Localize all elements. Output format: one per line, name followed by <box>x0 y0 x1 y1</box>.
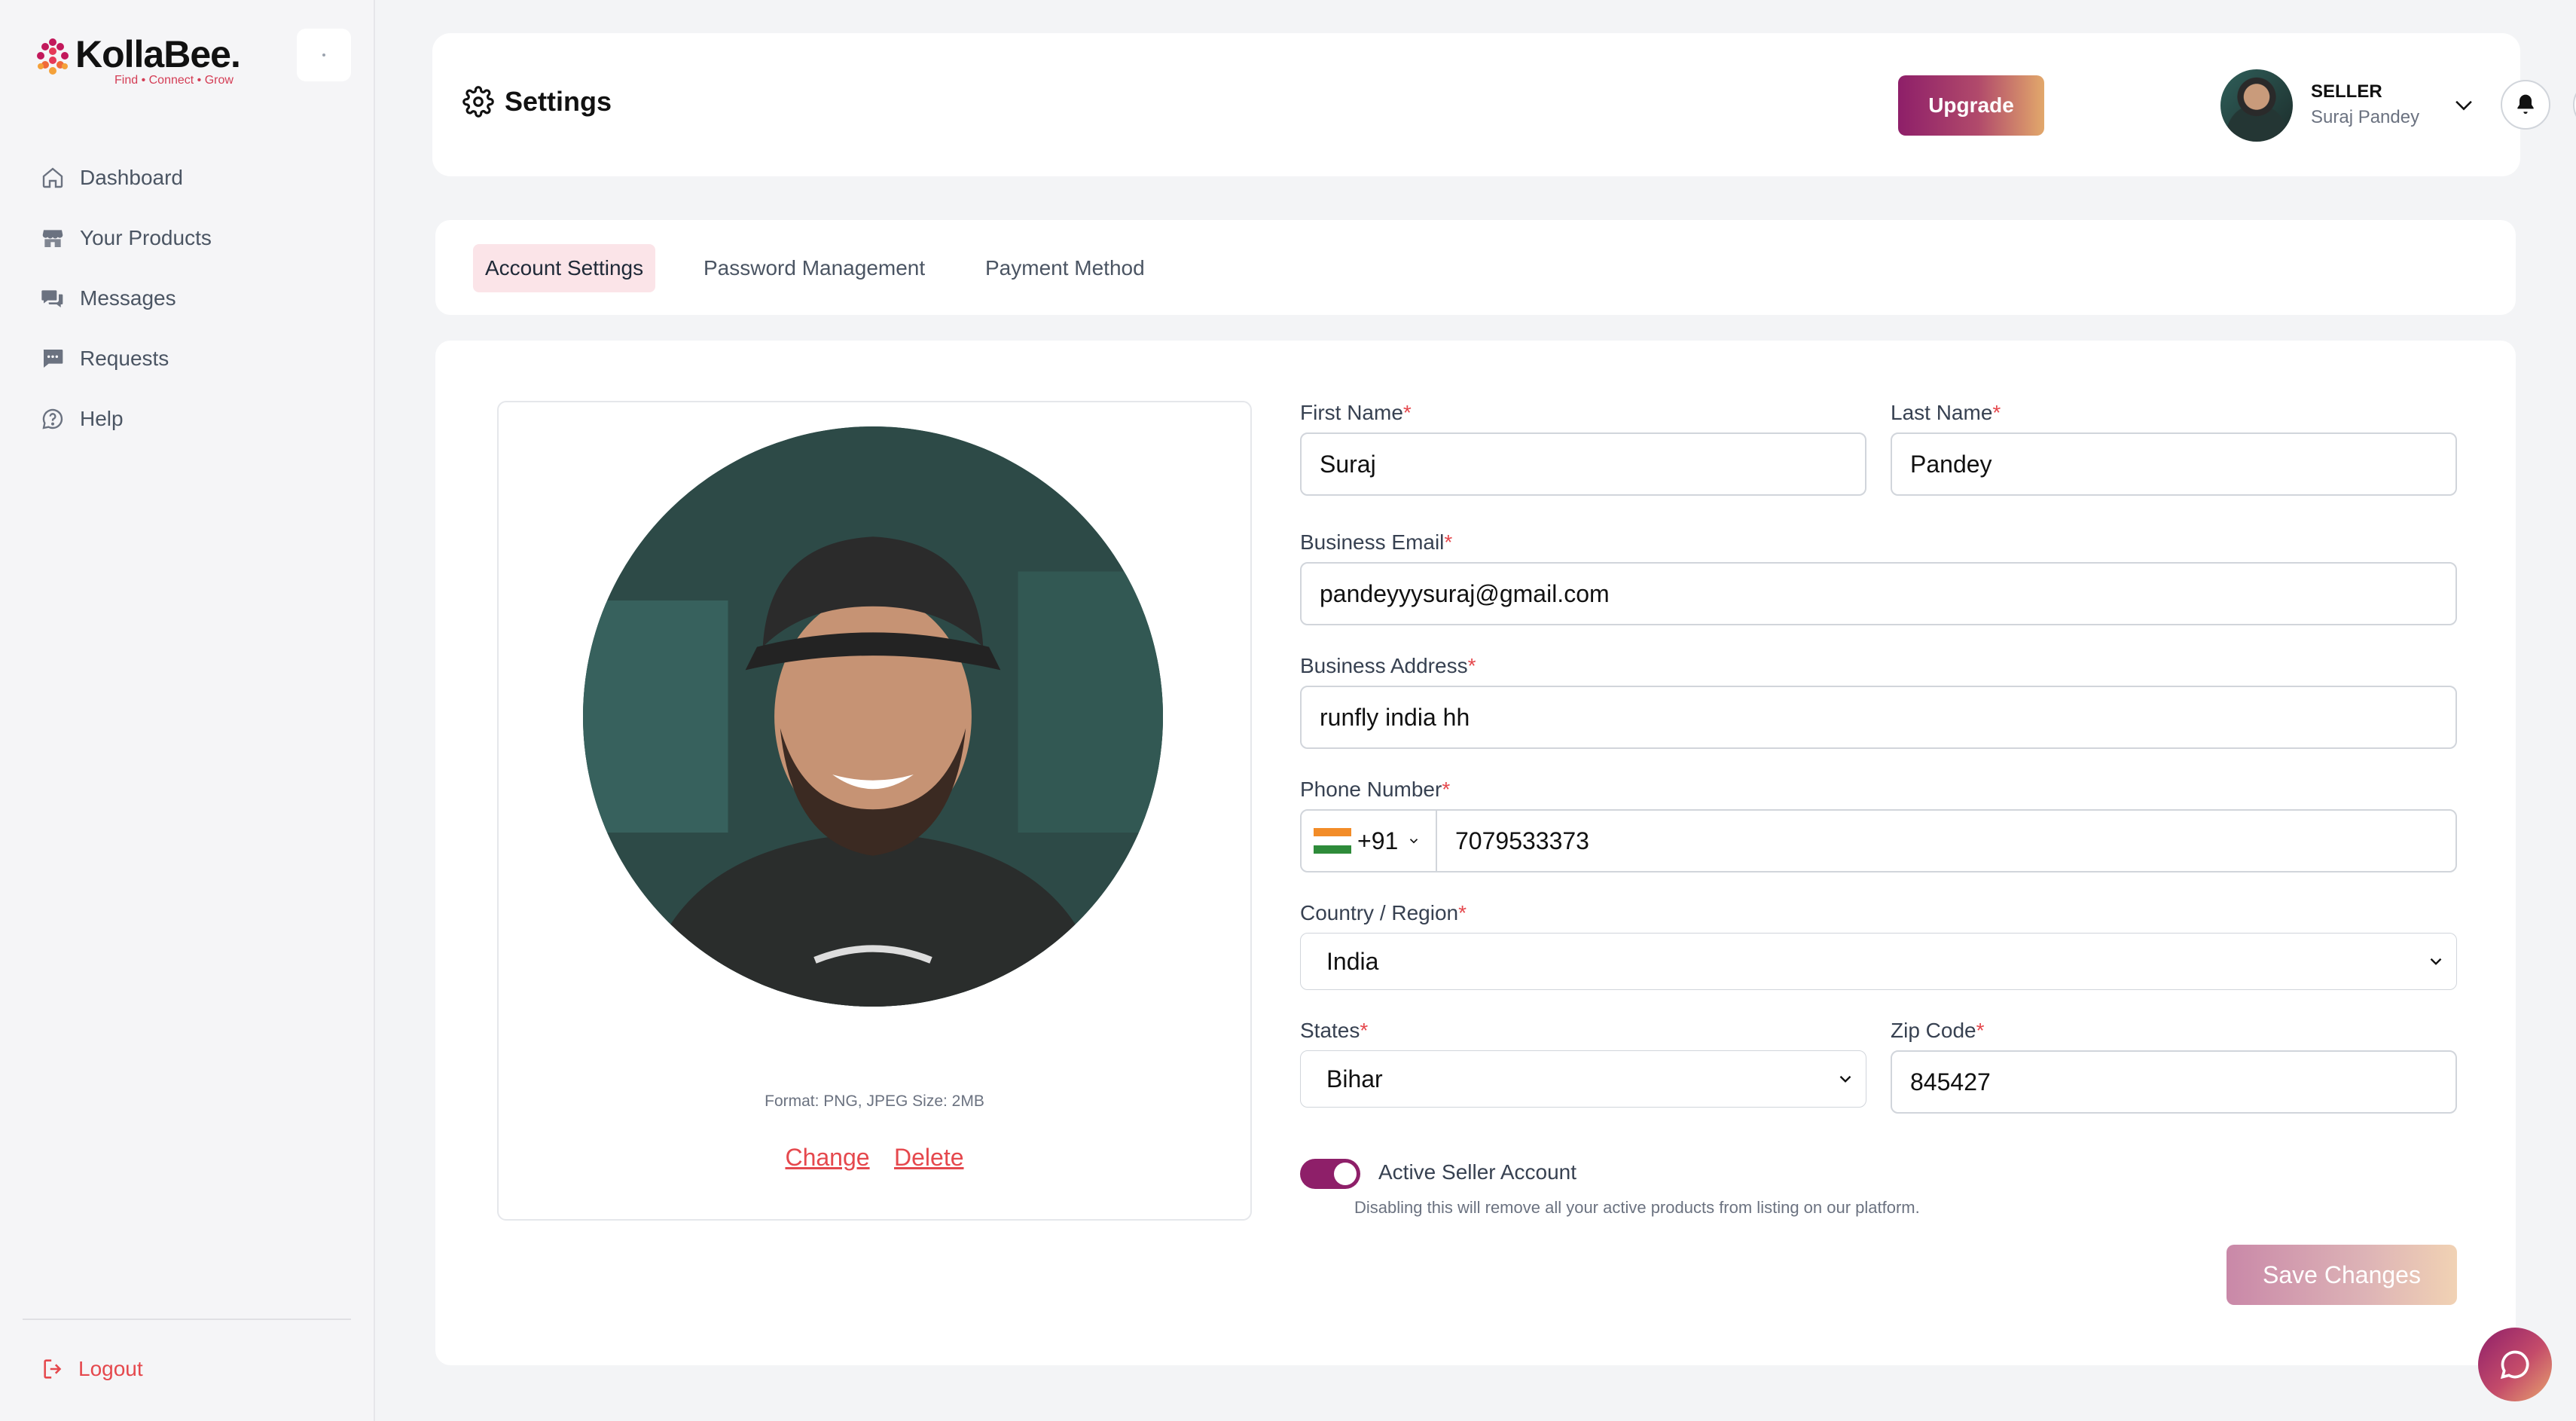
active-seller-label: Active Seller Account <box>1378 1160 1577 1184</box>
profile-photo <box>583 426 1163 1007</box>
chevron-down-icon <box>1410 839 1418 844</box>
logout-button[interactable]: Logout <box>41 1356 143 1382</box>
profile-photo-illustration <box>583 426 1163 1007</box>
sidebar-item-label: Dashboard <box>80 166 183 189</box>
sidebar-item-label: Messages <box>80 286 176 310</box>
photo-format-note: Format: PNG, JPEG Size: 2MB <box>765 1092 984 1110</box>
save-changes-button[interactable]: Save Changes <box>2227 1245 2457 1305</box>
business-email-field[interactable]: pandeyyysuraj@gmail.com <box>1300 562 2457 625</box>
sidebar-item-label: Requests <box>80 347 169 370</box>
dot-icon <box>322 53 325 57</box>
first-name-field[interactable]: Suraj <box>1300 432 1866 496</box>
country-code-select[interactable]: +91 <box>1302 811 1437 871</box>
photo-actions: Change Delete <box>499 1144 1250 1172</box>
user-name: Suraj Pandey <box>2311 107 2420 127</box>
tab-account-settings[interactable]: Account Settings <box>473 244 656 292</box>
logo-hexagon-icon <box>37 38 69 75</box>
logout-label: Logout <box>78 1357 143 1380</box>
chat-support-button[interactable] <box>2478 1328 2552 1401</box>
message-square-icon <box>43 350 63 368</box>
change-photo-link[interactable]: Change <box>785 1144 869 1171</box>
states-label: States* <box>1300 1019 1369 1042</box>
logo-name: KollaBee. <box>75 33 241 75</box>
logo-tagline: Find • Connect • Grow <box>114 74 233 87</box>
sidebar-item-your-products[interactable]: Your Products <box>41 208 212 268</box>
sidebar-item-help[interactable]: Help <box>41 389 212 449</box>
business-address-field[interactable]: runfly india hh <box>1300 686 2457 749</box>
zip-code-label: Zip Code* <box>1891 1019 1985 1042</box>
notifications-button[interactable] <box>2501 80 2550 130</box>
country-code: +91 <box>1357 827 1399 854</box>
chevron-down-icon <box>2430 958 2442 965</box>
top-header: Settings Upgrade SELLER Suraj Pandey <box>432 33 2576 176</box>
upgrade-button[interactable]: Upgrade <box>1898 75 2044 136</box>
phone-number-input[interactable]: 7079533373 <box>1455 827 1589 855</box>
sidebar-nav: Dashboard Your Products Messages Request… <box>41 148 212 449</box>
country-label: Country / Region* <box>1300 901 1467 924</box>
logo[interactable]: KollaBee. Find • Connect • Grow <box>35 33 241 87</box>
chevron-down-icon[interactable] <box>2451 92 2477 118</box>
profile-photo-panel: Format: PNG, JPEG Size: 2MB Change Delet… <box>497 401 1252 1221</box>
sidebar: KollaBee. Find • Connect • Grow Dashboar… <box>0 0 375 1421</box>
phone-number-label: Phone Number* <box>1300 778 1451 801</box>
logout-icon <box>44 1359 62 1379</box>
phone-number-field: +91 7079533373 <box>1300 809 2457 872</box>
business-address-label: Business Address* <box>1300 654 1476 677</box>
sidebar-item-label: Your Products <box>80 226 212 249</box>
page-title: Settings <box>462 86 612 118</box>
settings-tabs: Account Settings Password Management Pay… <box>435 220 2516 315</box>
zip-code-field[interactable]: 845427 <box>1891 1050 2457 1114</box>
toggle-knob <box>1334 1163 1357 1185</box>
active-seller-hint: Disabling this will remove all your acti… <box>1354 1198 1920 1217</box>
user-role: SELLER <box>2311 81 2382 102</box>
chat-icon <box>2500 1350 2529 1380</box>
first-name-label: First Name* <box>1300 401 1412 424</box>
state-select[interactable]: Bihar <box>1300 1050 1866 1108</box>
business-email-label: Business Email* <box>1300 530 1453 554</box>
home-icon <box>42 167 63 188</box>
sidebar-item-messages[interactable]: Messages <box>41 268 212 329</box>
store-icon <box>42 230 63 247</box>
avatar[interactable] <box>2220 69 2293 142</box>
delete-photo-link[interactable]: Delete <box>894 1144 964 1171</box>
mail-button[interactable] <box>2573 80 2576 130</box>
account-settings-card: Format: PNG, JPEG Size: 2MB Change Delet… <box>435 341 2516 1365</box>
user-info[interactable]: SELLER Suraj Pandey <box>2311 81 2419 128</box>
country-value: India <box>1326 947 1379 975</box>
gear-icon <box>462 86 494 118</box>
country-select[interactable]: India <box>1300 933 2457 990</box>
india-flag-icon <box>1314 828 1351 854</box>
sidebar-divider <box>23 1319 351 1320</box>
page-title-text: Settings <box>505 86 612 117</box>
active-seller-toggle[interactable] <box>1300 1159 1360 1189</box>
help-circle-icon <box>42 408 63 429</box>
last-name-field[interactable]: Pandey <box>1891 432 2457 496</box>
sidebar-item-label: Help <box>80 407 124 430</box>
bell-icon <box>2517 94 2534 114</box>
last-name-label: Last Name* <box>1891 401 2001 424</box>
state-value: Bihar <box>1326 1065 1383 1092</box>
chat-bubbles-icon <box>41 290 63 307</box>
tab-payment-method[interactable]: Payment Method <box>973 244 1157 292</box>
sidebar-item-dashboard[interactable]: Dashboard <box>41 148 212 208</box>
sidebar-item-requests[interactable]: Requests <box>41 329 212 389</box>
tab-password-management[interactable]: Password Management <box>691 244 937 292</box>
chevron-down-icon <box>1839 1075 1851 1083</box>
sidebar-collapse-button[interactable] <box>297 29 351 81</box>
